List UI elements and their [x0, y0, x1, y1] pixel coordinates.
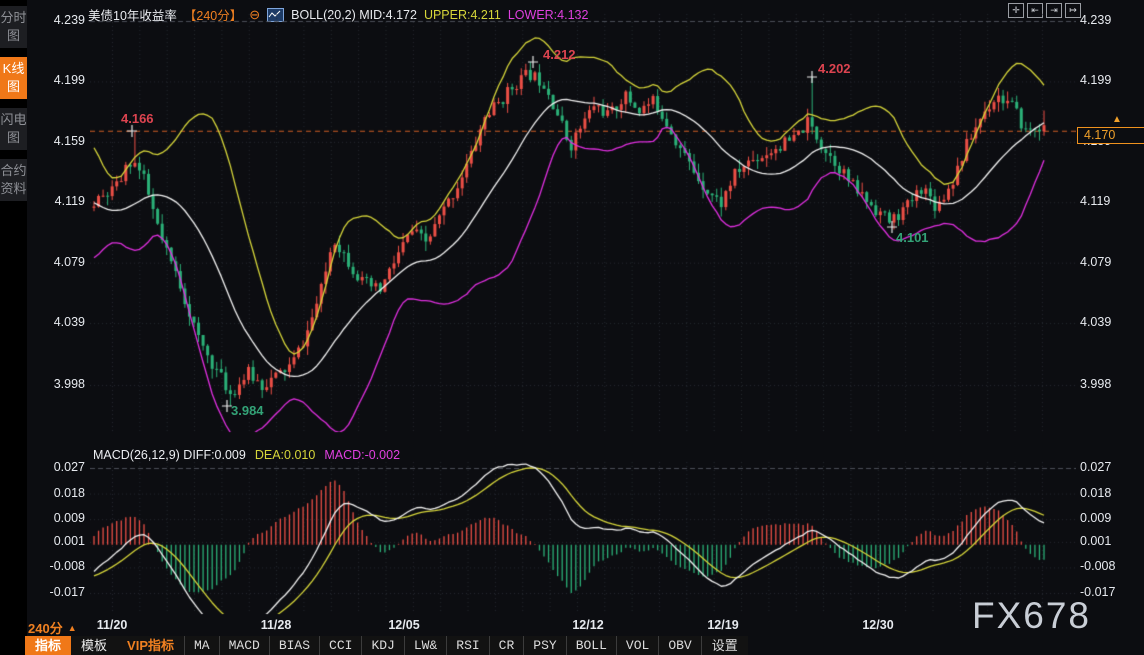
toolbar-tab-3[interactable]: VIP指标 [117, 636, 184, 655]
date-tick: 12/12 [572, 618, 603, 632]
indicator-MA[interactable]: MA [184, 636, 219, 655]
date-tick: 12/05 [388, 618, 419, 632]
price-annotation: 3.984 [231, 403, 264, 418]
timeframe-arrow-icon: ▲ [68, 623, 77, 633]
price-tick-right: 4.239 [1080, 13, 1140, 27]
macd-tick-left: -0.017 [30, 585, 85, 599]
date-tick: 11/20 [97, 618, 128, 632]
macd-tick-right: 0.009 [1080, 511, 1140, 525]
toolbar-tab-2[interactable]: 模板 [71, 636, 117, 655]
timeframe-label: 240分 [28, 618, 63, 637]
macd-tick-right: 0.027 [1080, 460, 1140, 474]
indicator-BOLL[interactable]: BOLL [566, 636, 616, 655]
indicator-CR[interactable]: CR [489, 636, 524, 655]
price-tick-left: 4.159 [30, 134, 85, 148]
chart-application-window: 分时图K线图闪电图合约资料 美债10年收益率 【240分】 ⊖ BOLL(20,… [0, 0, 1144, 655]
sidebar-tab-1[interactable]: 分时图 [0, 6, 27, 48]
indicator-RSI[interactable]: RSI [446, 636, 488, 655]
indicator-KDJ[interactable]: KDJ [361, 636, 403, 655]
price-annotation: 4.212 [543, 47, 576, 62]
macd-value-readout: MACD:-0.002 [324, 448, 400, 462]
indicator-OBV[interactable]: OBV [658, 636, 700, 655]
macd-tick-left: 0.009 [30, 511, 85, 525]
macd-header: MACD(26,12,9) DIFF:0.009 DEA:0.010 MACD:… [93, 448, 400, 462]
price-tick-left: 4.079 [30, 255, 85, 269]
price-tick-left: 4.239 [30, 13, 85, 27]
price-tick-right: 4.119 [1080, 194, 1140, 208]
settings-button[interactable]: 设置 [701, 636, 748, 655]
chart-canvas[interactable] [90, 0, 1076, 616]
indicator-MACD[interactable]: MACD [219, 636, 269, 655]
date-tick: 12/19 [707, 618, 738, 632]
macd-tick-left: -0.008 [30, 559, 85, 573]
sidebar-tab-3[interactable]: 闪电图 [0, 108, 27, 150]
price-up-arrow-icon: ▲ [1112, 114, 1122, 125]
indicator-BIAS[interactable]: BIAS [269, 636, 319, 655]
macd-dea-readout: DEA:0.010 [255, 448, 315, 462]
price-tick-left: 4.039 [30, 315, 85, 329]
macd-tick-left: 0.001 [30, 534, 85, 548]
price-annotation: 4.166 [121, 111, 154, 126]
macd-diff-readout: MACD(26,12,9) DIFF:0.009 [93, 448, 246, 462]
price-tick-left: 4.199 [30, 73, 85, 87]
bottom-toolbar: 指标模板VIP指标MAMACDBIASCCIKDJLW&RSICRPSYBOLL… [25, 636, 748, 655]
date-tick: 12/30 [862, 618, 893, 632]
current-price-box: 4.170 [1077, 127, 1144, 144]
indicator-LW[interactable]: LW& [404, 636, 446, 655]
indicator-CCI[interactable]: CCI [319, 636, 361, 655]
macd-tick-right: 0.018 [1080, 486, 1140, 500]
price-tick-left: 3.998 [30, 377, 85, 391]
price-annotation: 4.101 [896, 230, 929, 245]
macd-tick-right: -0.008 [1080, 559, 1140, 573]
indicator-PSY[interactable]: PSY [523, 636, 565, 655]
indicator-VOL[interactable]: VOL [616, 636, 658, 655]
price-tick-right: 3.998 [1080, 377, 1140, 391]
macd-tick-left: 0.018 [30, 486, 85, 500]
price-tick-right: 4.039 [1080, 315, 1140, 329]
price-tick-right: 4.079 [1080, 255, 1140, 269]
sidebar-tab-4[interactable]: 合约资料 [0, 159, 27, 201]
toolbar-tab-1[interactable]: 指标 [25, 636, 71, 655]
macd-tick-right: 0.001 [1080, 534, 1140, 548]
macd-tick-left: 0.027 [30, 460, 85, 474]
left-sidebar: 分时图 K线图闪电图合约资料 [0, 0, 27, 655]
price-tick-left: 4.119 [30, 194, 85, 208]
sidebar-tab-2[interactable]: K线图 [0, 57, 27, 99]
timeframe-selector[interactable]: 240分 ▲ [28, 618, 77, 637]
price-annotation: 4.202 [818, 61, 851, 76]
watermark: FX678 [972, 595, 1091, 637]
price-tick-right: 4.199 [1080, 73, 1140, 87]
date-tick: 11/28 [261, 618, 292, 632]
